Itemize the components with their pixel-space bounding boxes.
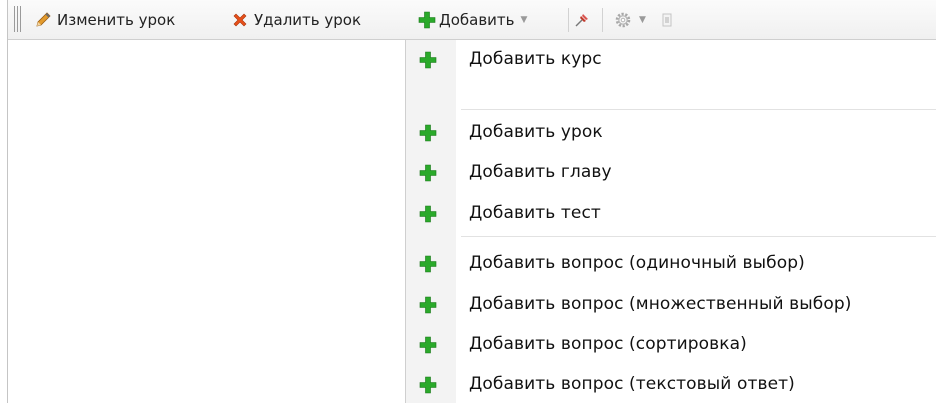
menu-item-label: Добавить вопрос (множественный выбор) — [469, 294, 852, 314]
add-dropdown-menu: Добавить курс Добавить урок Добавить гла… — [405, 40, 936, 403]
grip-icon[interactable] — [14, 6, 21, 32]
delete-x-icon — [231, 11, 249, 29]
overflow-icon — [658, 11, 676, 29]
plus-icon — [419, 164, 437, 182]
pin-icon — [573, 11, 591, 29]
plus-icon — [419, 205, 437, 223]
menu-separator — [461, 236, 936, 237]
plus-icon — [419, 255, 437, 273]
menu-item-add-question-single[interactable]: Добавить вопрос (одиночный выбор) — [406, 244, 936, 284]
menu-item-label: Добавить вопрос (текстовый ответ) — [469, 374, 795, 394]
chevron-down-icon: ▼ — [639, 15, 646, 25]
menu-item-label: Добавить вопрос (сортировка) — [469, 334, 747, 354]
overflow-button[interactable] — [658, 9, 681, 31]
pencil-icon — [34, 11, 52, 29]
menu-item-label: Добавить главу — [469, 162, 612, 182]
menu-item-add-question-sorting[interactable]: Добавить вопрос (сортировка) — [406, 325, 936, 365]
menu-item-add-question-text[interactable]: Добавить вопрос (текстовый ответ) — [406, 365, 936, 405]
edit-lesson-label: Изменить урок — [57, 11, 176, 29]
menu-item-label: Добавить урок — [469, 122, 603, 142]
menu-item-add-question-multiple[interactable]: Добавить вопрос (множественный выбор) — [406, 285, 936, 325]
menu-item-label: Добавить вопрос (одиночный выбор) — [469, 253, 805, 273]
edit-lesson-button[interactable]: Изменить урок — [34, 9, 175, 31]
plus-icon — [419, 336, 437, 354]
toolbar-separator — [568, 8, 569, 32]
menu-separator — [461, 109, 936, 110]
delete-lesson-label: Удалить урок — [254, 11, 362, 29]
menu-item-add-lesson[interactable]: Добавить урок — [406, 113, 936, 153]
add-label: Добавить — [439, 11, 515, 29]
gear-icon — [614, 11, 632, 29]
plus-icon — [419, 376, 437, 394]
plus-icon — [419, 296, 437, 314]
pin-button[interactable] — [573, 9, 596, 31]
settings-dropdown-button[interactable]: ▼ — [614, 9, 646, 31]
menu-item-add-test[interactable]: Добавить тест — [406, 194, 936, 234]
menu-item-add-course[interactable]: Добавить курс — [406, 40, 936, 80]
delete-lesson-button[interactable]: Удалить урок — [231, 9, 361, 31]
menu-item-add-chapter[interactable]: Добавить главу — [406, 153, 936, 193]
plus-icon — [419, 124, 437, 142]
menu-item-label: Добавить курс — [469, 49, 602, 69]
toolbar: Изменить урок Удалить урок Добавить ▼ ▼ — [8, 0, 936, 40]
menu-item-label: Добавить тест — [469, 203, 601, 223]
plus-icon — [419, 51, 437, 69]
chevron-down-icon: ▼ — [520, 15, 528, 25]
add-dropdown-button[interactable]: Добавить ▼ — [418, 9, 527, 31]
plus-icon — [418, 11, 436, 29]
toolbar-separator — [602, 8, 603, 32]
